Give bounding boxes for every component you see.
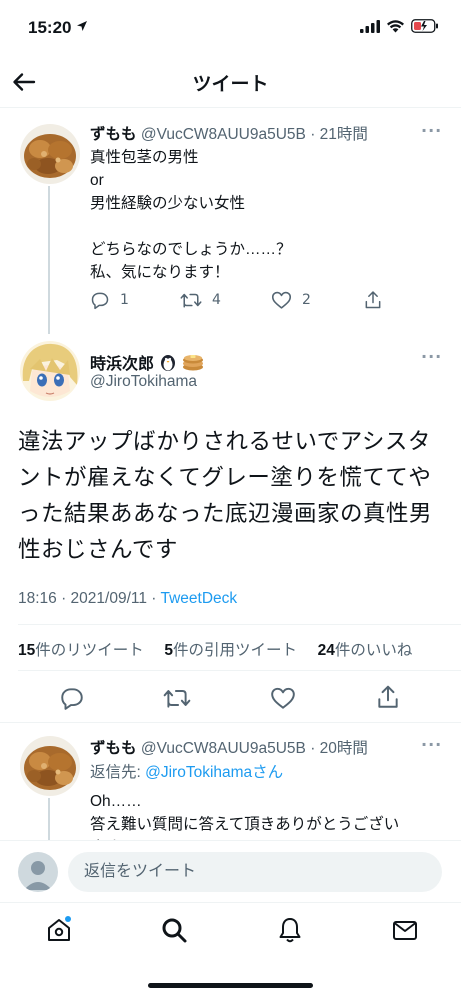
retweet-icon — [180, 293, 202, 308]
like-count: 2 — [302, 292, 311, 308]
messages-icon[interactable] — [390, 915, 420, 945]
location-icon — [77, 21, 88, 31]
share-action[interactable] — [363, 290, 383, 310]
quotes-stat[interactable]: 5件の引用ツイート — [164, 642, 297, 659]
like-icon[interactable] — [270, 686, 296, 710]
more-options-icon[interactable]: ··· — [421, 347, 442, 366]
avatar[interactable] — [18, 852, 58, 892]
tweet-text: 真性包茎の男性 or 男性経験の少ない女性 どちらなのでしょうか……？ 私、気に… — [90, 149, 292, 281]
status-time: 15:20 — [28, 18, 88, 38]
nav-header: ツイート — [0, 56, 461, 108]
author-handle[interactable]: @VucCW8AUU9a5U5B — [141, 126, 306, 143]
reply-text-line-1: Oh…… — [90, 793, 142, 810]
main-tweet-text: 違法アップばかりされるせいでアシスタントが雇えなくてグレー塗りを慌ててやった結果… — [18, 429, 433, 562]
author-handle[interactable]: @VucCW8AUU9a5U5B — [141, 740, 306, 757]
replying-to: 返信先: @JiroTokihamaさん — [90, 764, 284, 781]
timestamp-text: 18:16 · 2021/09/11 · — [18, 590, 161, 607]
avatar[interactable] — [20, 341, 80, 401]
tweet-age[interactable]: 20時間 — [320, 740, 368, 757]
divider — [0, 722, 461, 723]
pancakes-icon — [183, 355, 204, 371]
author-name[interactable]: 時浜次郎 — [90, 350, 154, 374]
share-icon — [365, 291, 381, 309]
main-author[interactable]: 時浜次郎 — [90, 350, 204, 374]
thread-line-bottom — [48, 798, 50, 842]
home-icon[interactable] — [44, 915, 74, 945]
avatar[interactable] — [20, 124, 80, 184]
like-action[interactable]: 2 — [271, 290, 311, 310]
author-name[interactable]: ずもも — [90, 740, 137, 757]
reply-bar: 返信をツイート — [0, 840, 461, 902]
battery-icon — [411, 19, 438, 33]
reply-icon[interactable] — [59, 685, 85, 711]
reply-input[interactable]: 返信をツイート — [68, 852, 442, 892]
retweet-count: 4 — [212, 292, 221, 308]
avatar[interactable] — [20, 736, 80, 796]
divider — [18, 624, 461, 625]
wifi-icon — [387, 20, 404, 33]
tweet-age[interactable]: 21時間 — [320, 126, 368, 143]
thread-line-top — [48, 186, 50, 334]
retweet-action[interactable]: 4 — [180, 290, 221, 310]
client-link[interactable]: TweetDeck — [160, 590, 237, 607]
page-title: ツイート — [192, 74, 269, 95]
likes-stat[interactable]: 24件のいいね — [318, 642, 413, 659]
retweet-icon[interactable] — [163, 686, 191, 710]
reply-icon — [91, 292, 109, 310]
default-avatar-icon — [24, 861, 52, 890]
search-icon[interactable] — [159, 915, 189, 945]
retweets-stat[interactable]: 15件のリツイート — [18, 642, 144, 659]
tweet-timestamp: 18:16 · 2021/09/11 · TweetDeck — [18, 590, 237, 608]
reply-text-line-2: 答え難い質問に答えて頂きありがとうござい — [90, 816, 400, 833]
signal-icon — [360, 19, 380, 33]
reply-action[interactable]: 1 — [90, 290, 129, 310]
status-icons — [360, 19, 439, 33]
author-name[interactable]: ずもも — [90, 126, 137, 143]
status-bar: 15:20 — [0, 0, 461, 56]
engagement-stats: 15件のリツイート 5件の引用ツイート 24件のいいね — [18, 638, 412, 660]
tweet-header: ずもも @VucCW8AUU9a5U5B · 21時間 — [90, 126, 368, 143]
like-icon — [271, 291, 292, 309]
reply-count: 1 — [120, 292, 129, 308]
share-icon[interactable] — [375, 684, 401, 710]
author-handle[interactable]: @JiroTokihama — [90, 373, 197, 391]
reply-to-link[interactable]: @JiroTokihama — [145, 764, 252, 781]
home-indicator — [148, 983, 313, 988]
tweet-header: ずもも @VucCW8AUU9a5U5B · 20時間 — [90, 740, 368, 757]
more-options-icon[interactable]: ··· — [421, 121, 442, 140]
back-arrow-icon[interactable] — [10, 68, 38, 96]
divider — [18, 670, 461, 671]
notifications-icon[interactable] — [275, 915, 305, 945]
penguin-icon — [161, 355, 176, 371]
more-options-icon[interactable]: ··· — [421, 735, 442, 754]
